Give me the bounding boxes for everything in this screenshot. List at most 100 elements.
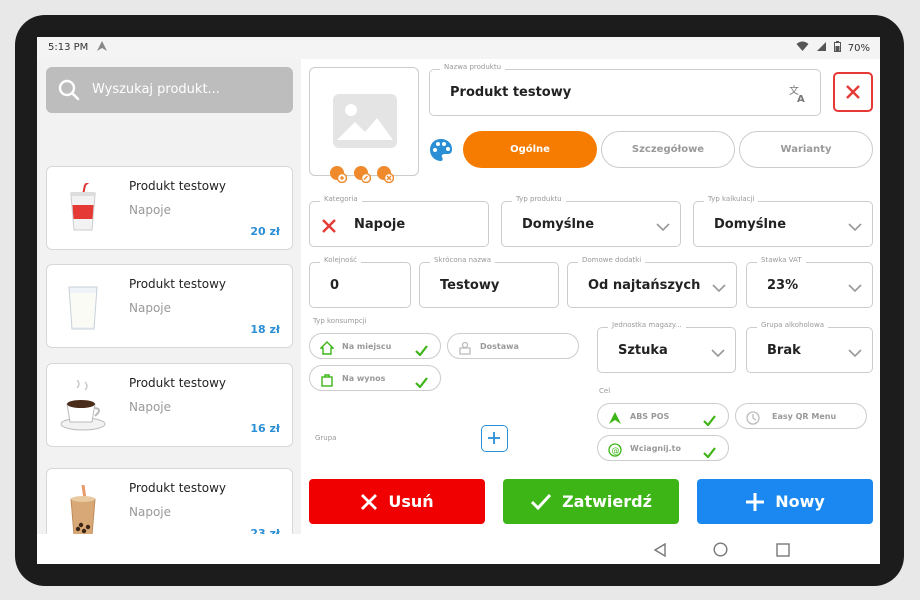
target-wciagnij-label: Wciagnij.to <box>630 443 681 453</box>
chevron-down-icon <box>712 279 726 298</box>
alcohol-select[interactable]: Grupa alkoholowa Brak <box>746 321 873 373</box>
new-button-label: Nowy <box>775 492 825 511</box>
chevron-down-icon <box>711 344 725 363</box>
confirm-button-label: Zatwierdź <box>562 492 652 511</box>
target-label: Cel <box>599 387 611 395</box>
calc-type-value: Domyślne <box>714 216 787 232</box>
product-type-select[interactable]: Typ produktu Domyślne <box>501 195 681 247</box>
order-input[interactable]: 0 <box>330 263 339 307</box>
coffee-cup-icon <box>59 379 107 432</box>
chevron-down-icon <box>848 344 862 363</box>
order-label: Kolejność <box>320 256 361 264</box>
check-icon <box>531 493 552 510</box>
plus-icon <box>746 492 765 511</box>
target-wciagnij[interactable]: @ Wciagnij.to <box>597 435 729 461</box>
confirm-button[interactable]: Zatwierdź <box>503 479 679 524</box>
tablet-screen: 5:13 PM 70% Wyszukaj produkt... Produkt … <box>37 37 880 564</box>
wciagnij-logo-icon: @ <box>608 442 622 461</box>
close-button[interactable] <box>833 72 873 112</box>
product-card[interactable]: Produkt testowy Napoje 16 zł <box>46 363 293 447</box>
search-bar[interactable]: Wyszukaj produkt... <box>46 67 293 113</box>
soda-cup-icon <box>59 180 107 235</box>
image-remove-icon[interactable] <box>376 165 395 187</box>
plus-icon <box>488 432 500 444</box>
chevron-down-icon <box>848 279 862 298</box>
tab-general[interactable]: Ogólne <box>463 131 597 168</box>
addons-select[interactable]: Domowe dodatki Od najtańszych <box>567 256 737 308</box>
home-icon[interactable] <box>713 542 728 561</box>
bubble-tea-icon <box>59 484 107 537</box>
product-name: Produkt testowy <box>129 376 227 390</box>
clear-category-icon[interactable] <box>322 218 336 237</box>
consumption-on-site[interactable]: Na miejscu <box>309 333 441 359</box>
add-group-button[interactable] <box>481 425 508 452</box>
target-abs-pos-label: ABS POS <box>630 411 670 421</box>
search-input[interactable]: Wyszukaj produkt... <box>92 82 220 97</box>
consumption-on-site-label: Na miejscu <box>342 341 392 351</box>
group-label: Grupa <box>315 434 337 442</box>
new-button[interactable]: Nowy <box>697 479 873 524</box>
short-name-input[interactable]: Testowy <box>440 263 499 307</box>
product-category: Napoje <box>129 505 172 519</box>
consumption-delivery[interactable]: Dostawa <box>447 333 579 359</box>
short-name-field[interactable]: Skrócona nazwa Testowy <box>419 256 559 308</box>
chevron-down-icon <box>656 218 670 237</box>
addons-value: Od najtańszych <box>588 277 701 293</box>
product-price: 20 zł <box>250 225 280 238</box>
delete-button[interactable]: Usuń <box>309 479 485 524</box>
translate-icon[interactable]: 文A <box>788 83 808 107</box>
category-field[interactable]: Kategoria Napoje <box>309 195 489 247</box>
close-icon <box>361 493 378 510</box>
product-image-box[interactable] <box>309 67 419 176</box>
consumption-takeaway[interactable]: Na wynos <box>309 365 441 391</box>
vat-value: 23% <box>767 277 799 293</box>
product-card[interactable]: Produkt testowy Napoje 20 zł <box>46 166 293 250</box>
product-category: Napoje <box>129 400 172 414</box>
check-icon <box>415 373 428 392</box>
app-logo-icon <box>96 40 108 55</box>
order-field[interactable]: Kolejność 0 <box>309 256 411 308</box>
status-icons: 70% <box>796 41 870 55</box>
image-edit-icon[interactable] <box>353 165 372 187</box>
vat-select[interactable]: Stawka VAT 23% <box>746 256 873 308</box>
unit-select[interactable]: Jednostka magazy... Sztuka <box>597 321 736 373</box>
android-nav-bar <box>37 534 880 564</box>
product-price: 16 zł <box>250 422 280 435</box>
status-bar: 5:13 PM 70% <box>37 37 880 59</box>
tab-details[interactable]: Szczegółowe <box>601 131 735 168</box>
product-form: Nazwa produktu Produkt testowy 文A Ogólne… <box>301 59 880 534</box>
image-add-icon[interactable] <box>329 165 348 187</box>
category-value: Napoje <box>354 216 406 232</box>
signal-icon <box>816 41 827 55</box>
product-name: Produkt testowy <box>129 481 227 495</box>
close-icon <box>846 85 860 99</box>
unit-value: Sztuka <box>618 342 668 358</box>
abs-pos-logo-icon <box>608 410 622 429</box>
back-icon[interactable] <box>653 542 667 561</box>
consumption-delivery-label: Dostawa <box>480 341 519 351</box>
image-placeholder-icon <box>333 94 397 148</box>
product-name: Produkt testowy <box>129 179 227 193</box>
product-name: Produkt testowy <box>129 277 227 291</box>
calc-type-select[interactable]: Typ kalkulacji Domyślne <box>693 195 873 247</box>
search-icon <box>58 79 80 105</box>
check-icon <box>703 443 716 462</box>
tab-variants[interactable]: Warianty <box>739 131 873 168</box>
palette-icon[interactable] <box>429 138 453 166</box>
check-icon <box>415 341 428 360</box>
target-abs-pos[interactable]: ABS POS <box>597 403 729 429</box>
product-category: Napoje <box>129 301 172 315</box>
check-icon <box>703 411 716 430</box>
target-easy-qr-menu[interactable]: Easy QR Menu <box>735 403 867 429</box>
consumption-label: Typ konsumpcji <box>313 317 367 325</box>
product-type-value: Domyślne <box>522 216 595 232</box>
product-name-field[interactable]: Nazwa produktu Produkt testowy 文A <box>429 63 821 116</box>
svg-text:@: @ <box>612 446 620 455</box>
product-name-input[interactable]: Produkt testowy <box>450 70 571 115</box>
status-time: 5:13 PM <box>48 42 89 53</box>
delivery-icon <box>458 340 472 359</box>
product-sidebar: Wyszukaj produkt... Produkt testowy Napo… <box>37 59 301 552</box>
recents-icon[interactable] <box>776 542 790 561</box>
qr-menu-logo-icon <box>746 410 760 429</box>
product-card[interactable]: Produkt testowy Napoje 18 zł <box>46 264 293 348</box>
